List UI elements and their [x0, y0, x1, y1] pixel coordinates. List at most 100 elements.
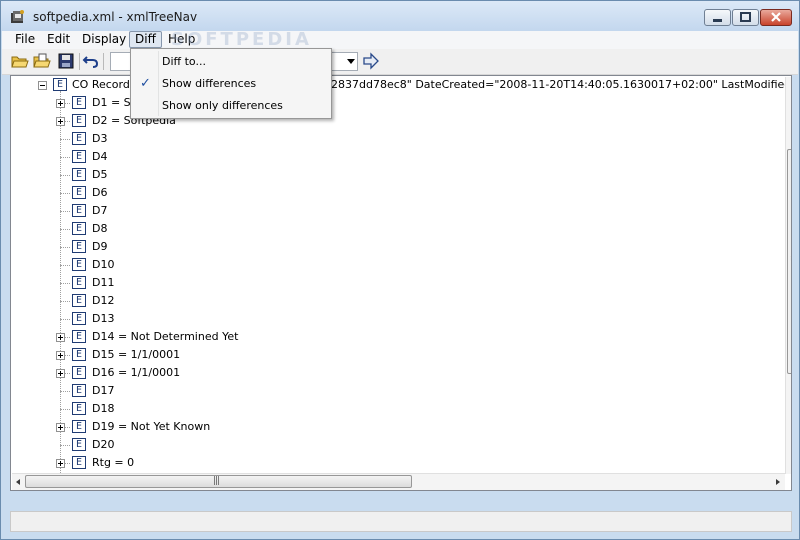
- arrow-right-icon[interactable]: [362, 52, 380, 70]
- element-icon: E: [72, 150, 86, 163]
- tree-node-row[interactable]: E D6: [11, 184, 781, 202]
- tree-node-label: Rtg = 0: [92, 456, 135, 469]
- expand-icon[interactable]: [56, 423, 65, 432]
- menu-edit[interactable]: Edit: [42, 32, 75, 47]
- scroll-up-icon[interactable]: [791, 82, 792, 86]
- tree-connector-line: [60, 157, 70, 158]
- element-icon: E: [72, 276, 86, 289]
- scroll-left-icon[interactable]: [16, 479, 20, 485]
- xml-tree-view[interactable]: E CO Record 2837dd78ec8" DateCreated="2008…: [10, 75, 792, 491]
- menu-item-label: Diff to...: [162, 55, 206, 68]
- horizontal-scroll-thumb[interactable]: |||: [25, 475, 412, 488]
- tree-connector-line: [60, 193, 70, 194]
- tree-node-label: D16 = 1/1/0001: [92, 366, 181, 379]
- tree-node-row[interactable]: E D19 = Not Yet Known: [11, 418, 781, 436]
- menu-diff[interactable]: Diff: [129, 31, 162, 48]
- tree-connector-line: [60, 391, 70, 392]
- element-icon: E: [72, 258, 86, 271]
- vertical-scrollbar[interactable]: ≡: [785, 77, 792, 474]
- toolbar: [2, 49, 798, 75]
- close-button[interactable]: [760, 9, 792, 26]
- expand-icon[interactable]: [56, 351, 65, 360]
- tree-node-row[interactable]: E Rtg = 0: [11, 454, 781, 472]
- tree-node-row[interactable]: E D4: [11, 148, 781, 166]
- chevron-down-icon[interactable]: [347, 59, 355, 64]
- expand-icon[interactable]: [56, 99, 65, 108]
- tree-node-row[interactable]: E D9: [11, 238, 781, 256]
- element-icon: E: [72, 348, 86, 361]
- tree-connector-line: [60, 139, 70, 140]
- tree-node-row[interactable]: E D18: [11, 400, 781, 418]
- tree-node-label: D14 = Not Determined Yet: [92, 330, 239, 343]
- tree-node-label: D1 = S: [92, 96, 131, 109]
- tree-node-row[interactable]: E D10: [11, 256, 781, 274]
- tree-node-label: D12: [92, 294, 115, 307]
- minimize-button[interactable]: [704, 9, 731, 26]
- menu-item-show-only-differences[interactable]: Show only differences: [133, 96, 329, 116]
- element-icon: E: [72, 456, 86, 469]
- tree-connector-line: [60, 283, 70, 284]
- tree-node-label: D5: [92, 168, 108, 181]
- maximize-button[interactable]: [732, 9, 759, 26]
- menu-help[interactable]: Help: [163, 32, 200, 47]
- toolbar-separator: [103, 53, 104, 70]
- tree-connector-line: [60, 247, 70, 248]
- element-icon: E: [72, 312, 86, 325]
- horizontal-scrollbar[interactable]: |||: [12, 473, 785, 490]
- tree-node-row[interactable]: E D1 = S: [11, 94, 781, 112]
- open-file-icon[interactable]: [33, 52, 51, 70]
- tree-node-row[interactable]: E D5: [11, 166, 781, 184]
- tree-root-label: CO Record: [72, 78, 130, 91]
- tree-node-row[interactable]: E D2 = Softpedia: [11, 112, 781, 130]
- element-icon: E: [53, 78, 67, 91]
- minimize-icon: [713, 19, 722, 22]
- vertical-scroll-thumb[interactable]: ≡: [787, 149, 791, 374]
- menu-item-label: Show differences: [162, 77, 257, 90]
- expand-icon[interactable]: [56, 369, 65, 378]
- tree-connector-line: [60, 319, 70, 320]
- menu-item-show-differences[interactable]: ✓ Show differences: [133, 74, 329, 94]
- window-title: softpedia.xml - xmlTreeNav: [33, 10, 198, 24]
- status-bar: [10, 511, 792, 532]
- open-icon[interactable]: [11, 52, 29, 70]
- tree-node-row[interactable]: E D20: [11, 436, 781, 454]
- tree-node-row[interactable]: E D14 = Not Determined Yet: [11, 328, 781, 346]
- scroll-down-icon[interactable]: [791, 464, 792, 468]
- tree-node-row[interactable]: E D8: [11, 220, 781, 238]
- tree-connector-line: [60, 265, 70, 266]
- tree-node-row[interactable]: E D12: [11, 292, 781, 310]
- element-icon: E: [72, 366, 86, 379]
- scroll-right-icon[interactable]: [776, 479, 780, 485]
- tree-root-row[interactable]: E CO Record 2837dd78ec8" DateCreated="2008…: [11, 76, 791, 94]
- tree-node-row[interactable]: E D15 = 1/1/0001: [11, 346, 781, 364]
- tree-node-row[interactable]: E D3: [11, 130, 781, 148]
- menu-bar: File Edit Display Diff Help: [2, 31, 798, 49]
- tree-node-label: D15 = 1/1/0001: [92, 348, 181, 361]
- tree-connector-line: [60, 445, 70, 446]
- tree-node-label: D13: [92, 312, 115, 325]
- collapse-icon[interactable]: [38, 81, 47, 90]
- undo-icon[interactable]: [82, 52, 100, 70]
- tree-node-label: D17: [92, 384, 115, 397]
- diff-menu-dropdown: Diff to... ✓ Show differences Show only …: [130, 48, 332, 119]
- app-window: softpedia.xml - xmlTreeNav File Edit Dis…: [0, 0, 800, 540]
- maximize-icon: [740, 12, 751, 22]
- tree-node-row[interactable]: E D7: [11, 202, 781, 220]
- tree-node-row[interactable]: E D11: [11, 274, 781, 292]
- element-icon: E: [72, 438, 86, 451]
- menu-display[interactable]: Display: [77, 32, 131, 47]
- menu-file[interactable]: File: [10, 32, 40, 47]
- tree-node-row[interactable]: E D16 = 1/1/0001: [11, 364, 781, 382]
- tree-node-row[interactable]: E D17: [11, 382, 781, 400]
- app-icon: [11, 10, 24, 23]
- expand-icon[interactable]: [56, 333, 65, 342]
- tree-node-label: D20: [92, 438, 115, 451]
- save-icon[interactable]: [57, 52, 75, 70]
- title-bar[interactable]: softpedia.xml - xmlTreeNav: [1, 1, 799, 31]
- expand-icon[interactable]: [56, 459, 65, 468]
- menu-item-diff-to[interactable]: Diff to...: [133, 52, 329, 72]
- element-icon: E: [72, 186, 86, 199]
- close-icon: [771, 12, 781, 22]
- expand-icon[interactable]: [56, 117, 65, 126]
- tree-node-row[interactable]: E D13: [11, 310, 781, 328]
